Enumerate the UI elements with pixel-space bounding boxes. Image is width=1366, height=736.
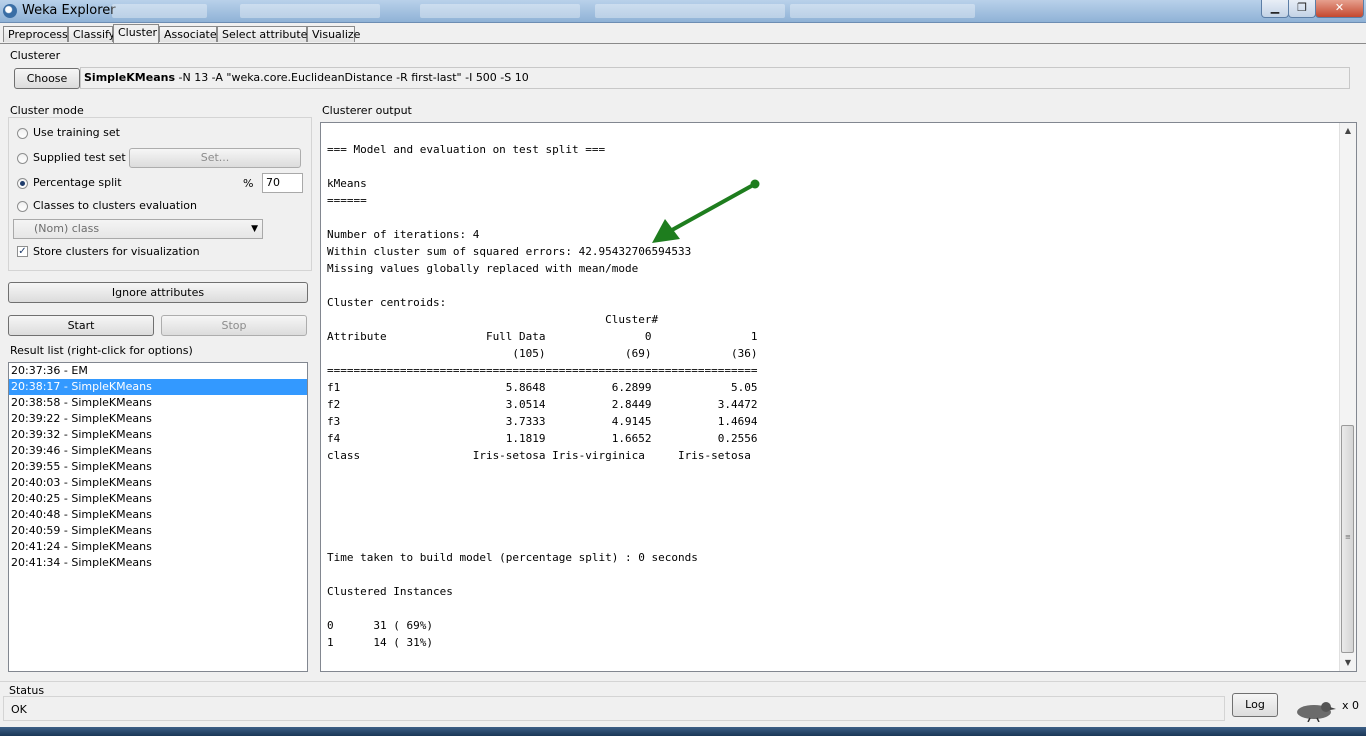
grip-icon: ≡ [1345, 533, 1351, 541]
use-training-label: Use training set [33, 126, 120, 139]
class-attribute-select[interactable]: (Nom) class ▼ [13, 219, 263, 239]
ignore-attributes-button[interactable]: Ignore attributes [8, 282, 308, 303]
background-tab [420, 4, 580, 18]
chevron-down-icon: ▼ [251, 224, 258, 234]
os-taskbar [0, 727, 1366, 736]
classes-to-clusters-radio[interactable] [17, 201, 28, 212]
window-title: Weka Explorer [22, 3, 116, 18]
tab-classify[interactable]: Classify [68, 26, 115, 42]
clusterer-output-area[interactable]: === Model and evaluation on test split =… [320, 122, 1357, 672]
tab-select-attributes[interactable]: Select attributes [217, 26, 313, 42]
weka-bird-icon[interactable] [1290, 698, 1336, 722]
tab-preprocess[interactable]: Preprocess [3, 26, 68, 42]
result-list-label: Result list (right-click for options) [10, 344, 193, 357]
percent-sign: % [243, 177, 254, 190]
result-list-item[interactable]: 20:38:58 - SimpleKMeans [9, 395, 307, 411]
set-test-button[interactable]: Set... [129, 148, 301, 168]
clusterer-name: SimpleKMeans [84, 71, 175, 84]
scrollbar-thumb[interactable]: ≡ [1341, 425, 1354, 653]
close-button[interactable]: ✕ [1315, 0, 1364, 18]
restore-icon: ❐ [1297, 1, 1307, 14]
stop-button[interactable]: Stop [161, 315, 307, 336]
result-list-item[interactable]: 20:41:34 - SimpleKMeans [9, 555, 307, 571]
percentage-split-input[interactable]: 70 [262, 173, 303, 193]
status-bar: OK [3, 696, 1225, 721]
choose-button[interactable]: Choose [14, 68, 80, 89]
result-list-item[interactable]: 20:40:48 - SimpleKMeans [9, 507, 307, 523]
minimize-button[interactable]: ▁ [1261, 0, 1289, 18]
store-clusters-label: Store clusters for visualization [33, 245, 200, 258]
checkmark-icon: ✓ [18, 246, 27, 257]
use-training-radio[interactable] [17, 128, 28, 139]
scroll-up-icon[interactable]: ▲ [1340, 123, 1356, 139]
class-attribute-value: (Nom) class [34, 222, 100, 235]
weka-app-icon [3, 4, 17, 18]
supplied-test-label: Supplied test set [33, 151, 126, 164]
result-list-item[interactable]: 20:40:59 - SimpleKMeans [9, 523, 307, 539]
percentage-split-radio[interactable] [17, 178, 28, 189]
background-tab [790, 4, 975, 18]
result-list-item[interactable]: 20:38:17 - SimpleKMeans [9, 379, 307, 395]
result-list-item[interactable]: 20:39:22 - SimpleKMeans [9, 411, 307, 427]
clusterer-section-label: Clusterer [10, 49, 61, 62]
result-list-item[interactable]: 20:40:03 - SimpleKMeans [9, 475, 307, 491]
tab-associate[interactable]: Associate [159, 26, 217, 42]
cluster-mode-label: Cluster mode [10, 104, 84, 117]
result-list-item[interactable]: 20:39:46 - SimpleKMeans [9, 443, 307, 459]
supplied-test-radio[interactable] [17, 153, 28, 164]
vertical-scrollbar[interactable]: ▲ ≡ ▼ [1339, 123, 1356, 671]
clusterer-config-field[interactable]: SimpleKMeans -N 13 -A "weka.core.Euclide… [80, 67, 1350, 89]
background-tab [240, 4, 380, 18]
tab-cluster[interactable]: Cluster [113, 24, 159, 43]
result-list-item[interactable]: 20:39:32 - SimpleKMeans [9, 427, 307, 443]
status-text: OK [11, 703, 27, 716]
title-bar: Weka Explorer ▁ ❐ ✕ [0, 0, 1366, 23]
status-divider [0, 681, 1366, 682]
clusterer-options: -N 13 -A "weka.core.EuclideanDistance -R… [175, 71, 529, 84]
start-button[interactable]: Start [8, 315, 154, 336]
maximize-button[interactable]: ❐ [1288, 0, 1316, 18]
result-list-item[interactable]: 20:41:24 - SimpleKMeans [9, 539, 307, 555]
clusterer-output-text: === Model and evaluation on test split =… [327, 143, 758, 649]
result-list-item[interactable]: 20:37:36 - EM [9, 363, 307, 379]
background-tab [112, 4, 207, 18]
percentage-split-label: Percentage split [33, 176, 122, 189]
store-clusters-checkbox[interactable]: ✓ [17, 246, 28, 257]
scroll-down-icon[interactable]: ▼ [1340, 655, 1356, 671]
clusterer-output-label: Clusterer output [322, 104, 412, 117]
log-button[interactable]: Log [1232, 693, 1278, 717]
tab-divider [0, 43, 1366, 44]
result-list[interactable]: 20:37:36 - EM 20:38:17 - SimpleKMeans 20:3… [8, 362, 308, 672]
minimize-icon: ▁ [1270, 1, 1280, 14]
tab-visualize[interactable]: Visualize [307, 26, 360, 42]
classes-to-clusters-label: Classes to clusters evaluation [33, 199, 197, 212]
result-list-item[interactable]: 20:39:55 - SimpleKMeans [9, 459, 307, 475]
task-count: x 0 [1342, 699, 1360, 712]
background-tab [595, 4, 785, 18]
result-list-item[interactable]: 20:40:25 - SimpleKMeans [9, 491, 307, 507]
close-icon: ✕ [1334, 1, 1345, 14]
